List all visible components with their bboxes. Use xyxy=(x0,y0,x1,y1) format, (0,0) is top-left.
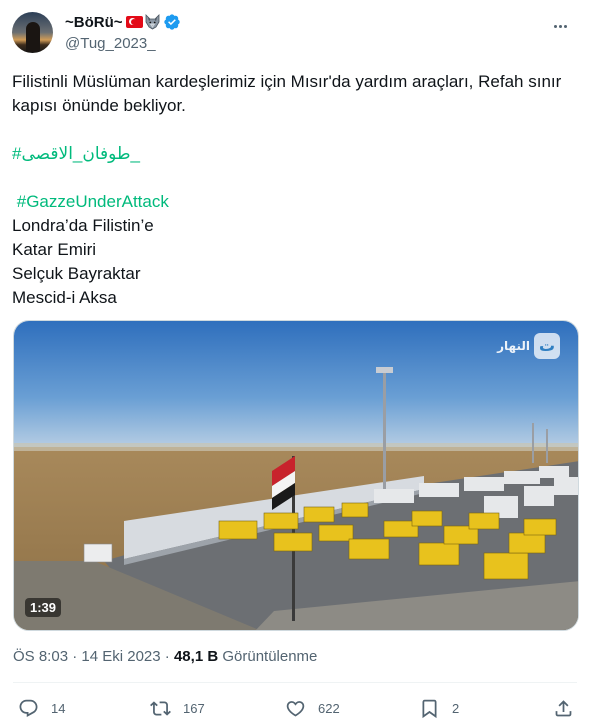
hashtag-arabic-line: #طوفان_الاقصى_ xyxy=(12,142,577,166)
hashtag-arabic-link[interactable]: #طوفان_الاقصى_ xyxy=(12,144,140,163)
channel-logo: النهار ت xyxy=(497,333,560,359)
list-line-4: Mescid-i Aksa xyxy=(12,288,117,307)
bookmark-icon xyxy=(422,699,437,718)
verified-badge-icon[interactable] xyxy=(163,13,181,31)
channel-logo-icon: ت xyxy=(534,333,560,359)
turkey-flag-icon xyxy=(125,16,143,28)
share-button[interactable] xyxy=(553,694,574,722)
avatar-figure xyxy=(26,22,40,52)
tweet-text-line-2: kapısı önünde bekliyor. xyxy=(12,96,186,115)
list-line-3: Selçuk Bayraktar xyxy=(12,264,141,283)
hashtag-gaza-link[interactable]: #GazzeUnderAttack xyxy=(17,192,169,211)
hashtag-gaza-line: #GazzeUnderAttack xyxy=(12,190,577,214)
retweet-count: 167 xyxy=(183,700,205,716)
reply-icon xyxy=(19,699,38,717)
reply-button[interactable]: 14 xyxy=(18,694,65,722)
views-count: 48,1 B xyxy=(173,648,219,665)
like-button[interactable]: 622 xyxy=(285,694,340,722)
action-bar: 14 167 622 2 xyxy=(0,694,589,722)
heart-icon xyxy=(286,700,305,717)
display-name[interactable]: ~BöRü~ xyxy=(65,14,123,31)
more-options-icon[interactable] xyxy=(549,16,571,36)
list-line-1: Londra’da Filistin’e xyxy=(12,216,154,235)
bookmark-count: 2 xyxy=(452,700,460,716)
retweet-button[interactable]: 167 xyxy=(150,694,205,722)
share-icon xyxy=(555,699,572,716)
divider xyxy=(13,682,577,683)
tweet-text: Filistinli Müslüman kardeşlerimiz için M… xyxy=(12,70,577,310)
tweet-text-line-1: Filistinli Müslüman kardeşlerimiz için M… xyxy=(12,72,562,91)
like-count: 622 xyxy=(318,700,340,716)
channel-text: النهار xyxy=(497,339,530,353)
author-names: ~BöRü~ @Tug_2023_ xyxy=(65,12,181,53)
views-label: Görüntülenme xyxy=(222,648,318,665)
meta-separator: · xyxy=(164,648,170,665)
author-handle[interactable]: @Tug_2023_ xyxy=(65,35,181,53)
meta-separator: · xyxy=(72,648,78,665)
tweet-time[interactable]: ÖS 8:03 xyxy=(13,648,68,665)
list-line-2: Katar Emiri xyxy=(12,240,97,259)
name-row: ~BöRü~ xyxy=(65,12,181,32)
tweet-date[interactable]: 14 Eki 2023 xyxy=(81,648,160,665)
video-duration: 1:39 xyxy=(25,598,62,617)
video-player[interactable]: النهار ت 1:39 xyxy=(13,320,579,631)
wolf-icon xyxy=(144,14,161,30)
tweet-card: ~BöRü~ @Tug_2023_ Filistinli Müslüman ka… xyxy=(0,0,589,728)
bookmark-button[interactable]: 2 xyxy=(419,694,459,722)
reply-count: 14 xyxy=(51,700,66,716)
video-frame xyxy=(14,321,578,630)
tweet-header: ~BöRü~ @Tug_2023_ xyxy=(12,12,577,56)
avatar[interactable] xyxy=(12,12,53,53)
tweet-meta: ÖS 8:03 · 14 Eki 2023 · 48,1 B Görüntüle… xyxy=(13,648,317,665)
retweet-icon xyxy=(150,700,171,716)
